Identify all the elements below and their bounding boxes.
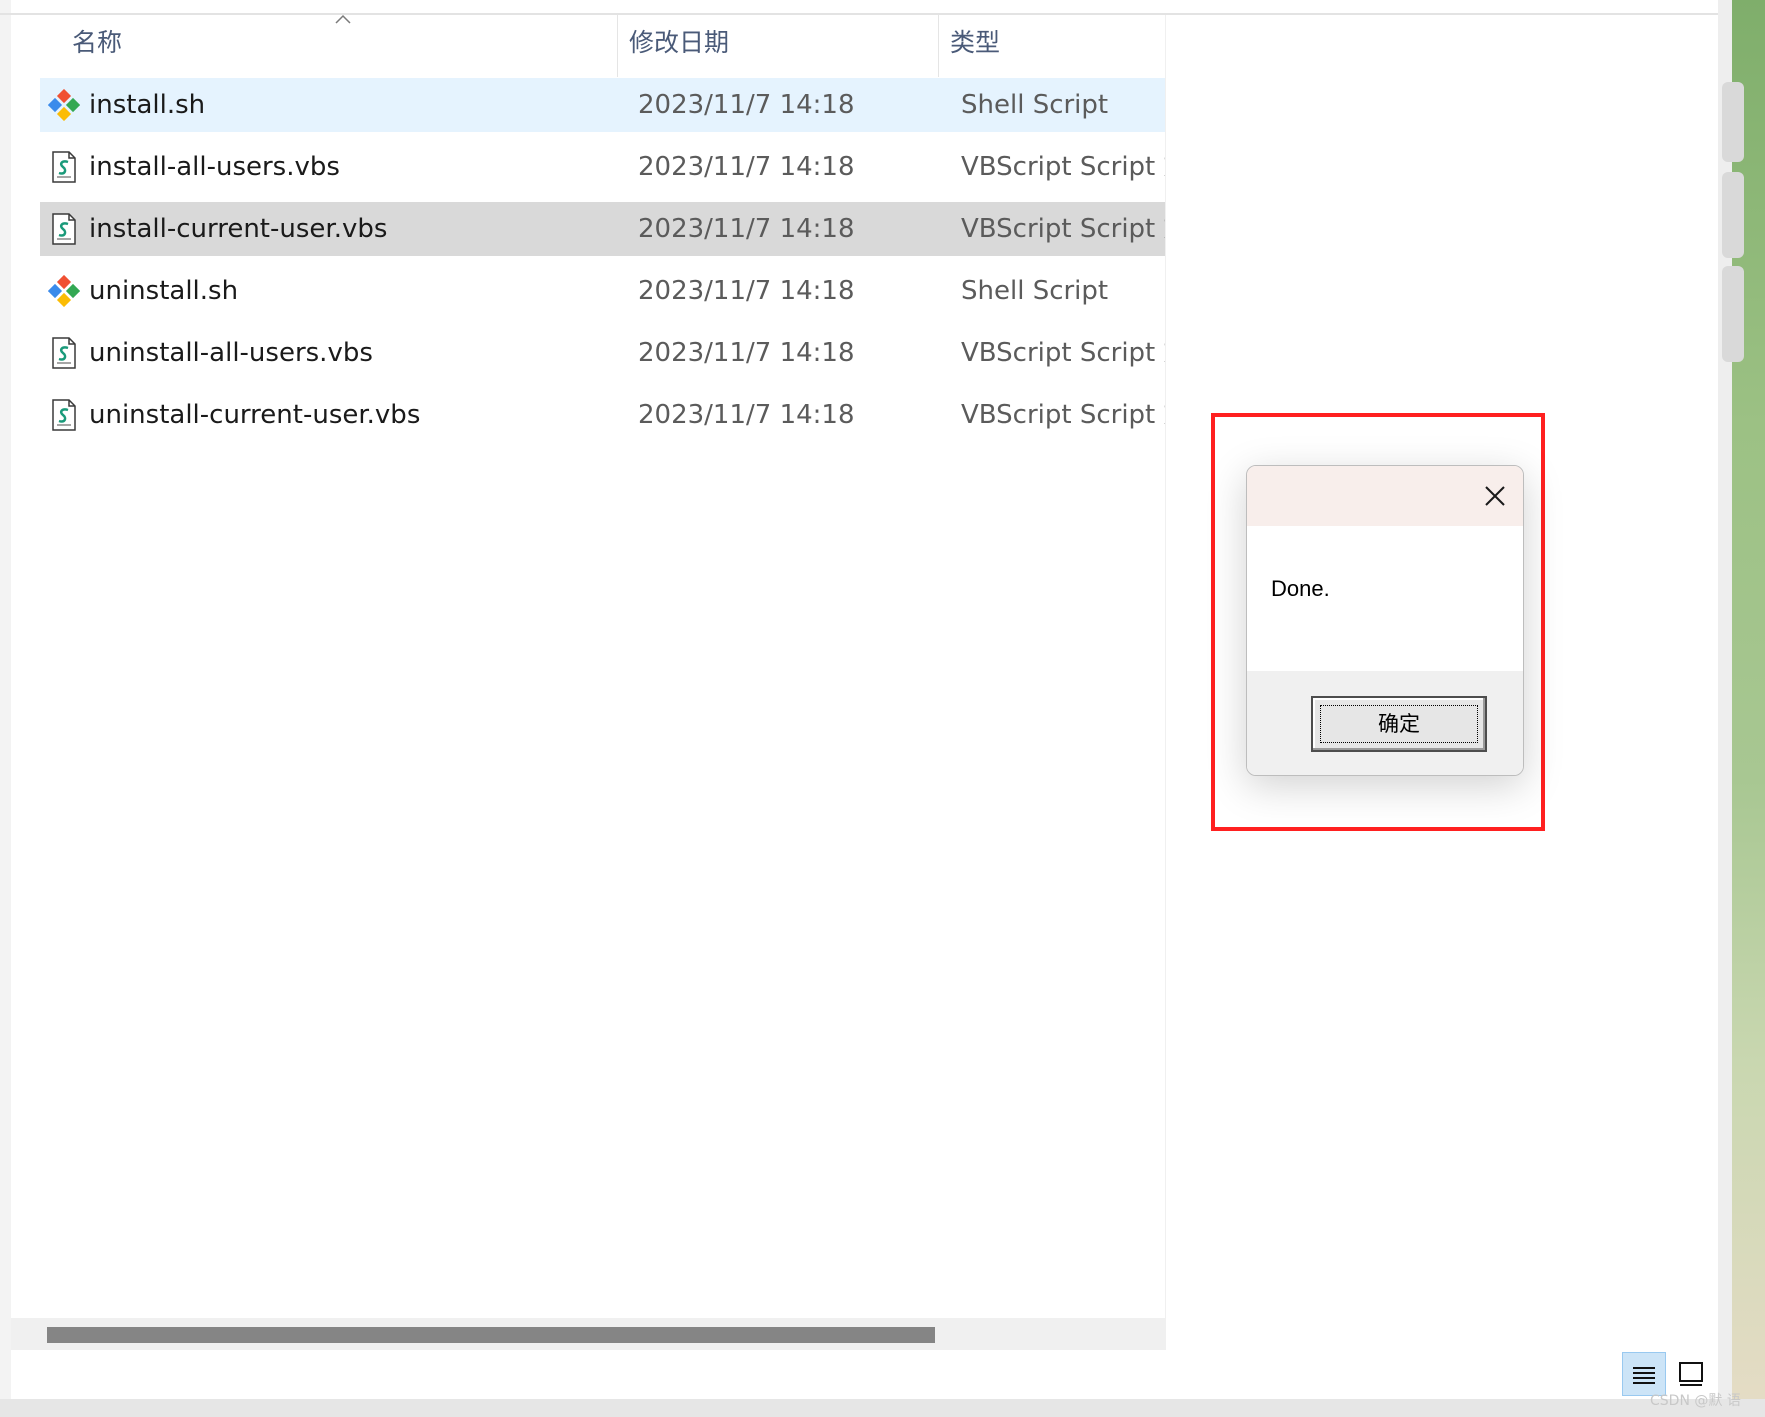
- ok-button-label: 确定: [1378, 712, 1420, 736]
- dialog-titlebar[interactable]: [1247, 466, 1523, 526]
- horizontal-scrollbar[interactable]: [11, 1318, 1165, 1350]
- file-type: Shell Script: [961, 276, 1109, 306]
- dialog-footer: 确定: [1247, 671, 1523, 775]
- file-name: uninstall-all-users.vbs: [89, 338, 373, 368]
- watermark: CSDN @默 语: [1650, 1393, 1741, 1409]
- scrollbar-thumb[interactable]: [47, 1327, 935, 1343]
- file-type: VBScript Script 文件: [961, 152, 1165, 182]
- file-modified: 2023/11/7 14:18: [638, 338, 855, 368]
- column-header-row: 名称 修改日期 类型: [0, 14, 1165, 77]
- file-modified: 2023/11/7 14:18: [638, 90, 855, 120]
- side-scroll-segment: [1722, 82, 1744, 162]
- file-modified: 2023/11/7 14:18: [638, 214, 855, 244]
- file-row[interactable]: uninstall-all-users.vbs 2023/11/7 14:18 …: [40, 326, 1165, 380]
- list-right-edge: [1165, 15, 1166, 1350]
- file-type: VBScript Script 文件: [961, 338, 1165, 368]
- git-shell-icon: [48, 275, 80, 307]
- file-row[interactable]: uninstall.sh 2023/11/7 14:18 Shell Scrip…: [40, 264, 1165, 318]
- navigation-pane-edge: [0, 0, 11, 1399]
- file-name: install-all-users.vbs: [89, 152, 340, 182]
- file-modified: 2023/11/7 14:18: [638, 152, 855, 182]
- git-shell-icon: [48, 89, 80, 121]
- file-type: Shell Script: [961, 90, 1109, 120]
- column-header-type[interactable]: 类型: [950, 15, 1000, 77]
- vbscript-file-icon: [52, 213, 76, 245]
- file-name: uninstall-current-user.vbs: [89, 400, 421, 430]
- column-header-modified[interactable]: 修改日期: [629, 15, 729, 77]
- file-name: install.sh: [89, 90, 206, 120]
- side-scroll-segment: [1722, 266, 1744, 362]
- vbscript-file-icon: [52, 337, 76, 369]
- dialog-body: Done.: [1247, 526, 1523, 671]
- file-modified: 2023/11/7 14:18: [638, 276, 855, 306]
- vbscript-file-icon: [52, 399, 76, 431]
- dialog-message: Done.: [1271, 576, 1330, 601]
- file-row[interactable]: install-all-users.vbs 2023/11/7 14:18 VB…: [40, 140, 1165, 194]
- file-name: uninstall.sh: [89, 276, 239, 306]
- status-bar: [0, 1399, 1765, 1417]
- ok-button[interactable]: 确定: [1311, 696, 1487, 752]
- details-view-icon: [1633, 1367, 1655, 1384]
- column-divider[interactable]: [938, 15, 939, 77]
- file-name: install-current-user.vbs: [89, 214, 388, 244]
- message-dialog: Done. 确定: [1246, 465, 1524, 776]
- close-icon[interactable]: [1475, 476, 1515, 516]
- file-type: VBScript Script 文件: [961, 400, 1165, 430]
- file-row-selected[interactable]: install-current-user.vbs 2023/11/7 14:18…: [40, 202, 1165, 256]
- column-header-name[interactable]: 名称: [72, 15, 122, 77]
- vbscript-file-icon: [52, 151, 76, 183]
- side-scroll-segment: [1722, 172, 1744, 258]
- file-modified: 2023/11/7 14:18: [638, 400, 855, 430]
- file-row[interactable]: install.sh 2023/11/7 14:18 Shell Script: [40, 78, 1165, 132]
- file-type: VBScript Script 文件: [961, 214, 1165, 244]
- column-divider[interactable]: [617, 15, 618, 77]
- file-row[interactable]: uninstall-current-user.vbs 2023/11/7 14:…: [40, 388, 1165, 442]
- sort-ascending-icon: [335, 14, 351, 24]
